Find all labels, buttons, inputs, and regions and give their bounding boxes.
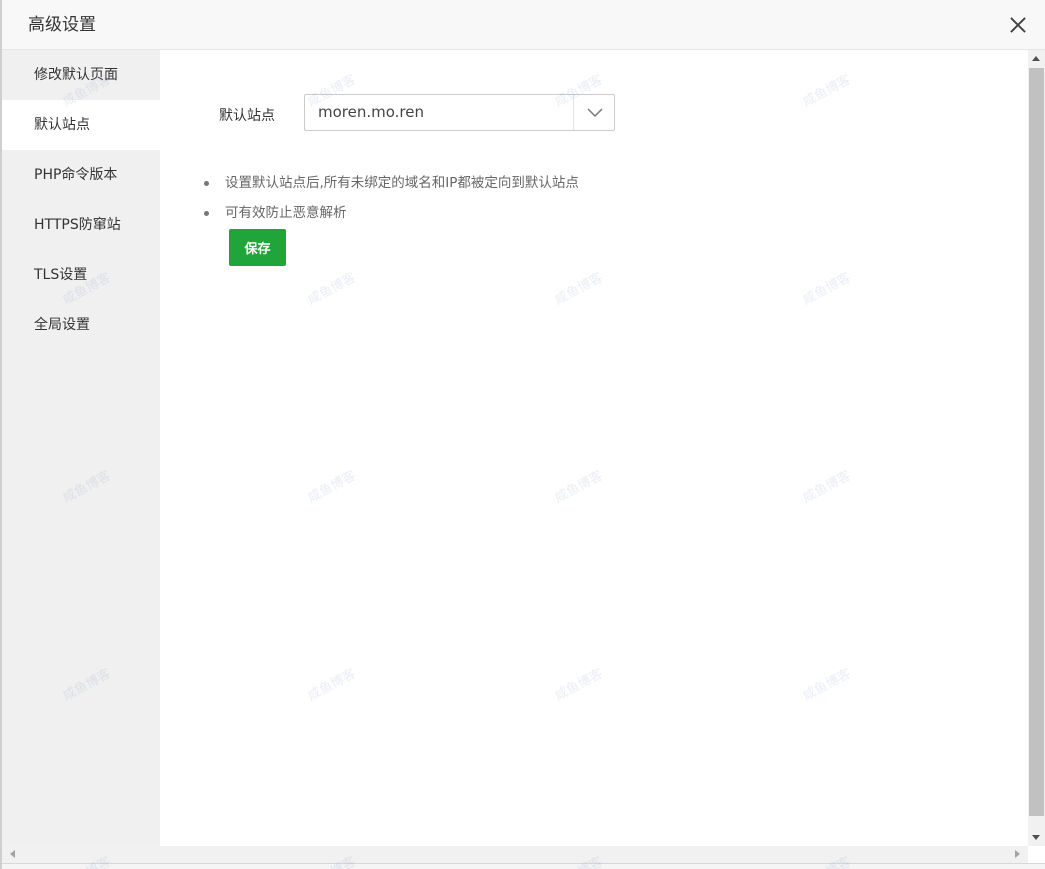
default-site-value: moren.mo.ren: [318, 103, 424, 121]
default-site-label: 默认站点: [219, 108, 275, 124]
note-item: 设置默认站点后,所有未绑定的域名和IP都被定向到默认站点: [202, 168, 579, 198]
scroll-left-arrow-icon[interactable]: [10, 850, 15, 858]
default-site-select[interactable]: moren.mo.ren: [304, 94, 615, 131]
sidebar-item-tls-settings[interactable]: TLS设置: [2, 250, 160, 300]
main-panel: 默认站点 moren.mo.ren 设置默认站点后,所有未绑定的域名和IP都被定…: [160, 50, 1028, 846]
dialog-titlebar: 高级设置: [2, 0, 1045, 50]
scroll-right-arrow-icon[interactable]: [1015, 850, 1020, 858]
scroll-down-arrow-icon[interactable]: [1032, 835, 1040, 840]
save-button[interactable]: 保存: [229, 229, 286, 266]
bottom-edge: [2, 863, 1045, 869]
scroll-up-arrow-icon[interactable]: [1032, 56, 1040, 61]
sidebar-item-https-anti-hijack[interactable]: HTTPS防窜站: [2, 200, 160, 250]
chevron-down-icon: [587, 108, 603, 118]
dialog-title: 高级设置: [28, 15, 96, 35]
sidebar-item-php-cli-version[interactable]: PHP命令版本: [2, 150, 160, 200]
vertical-scrollbar[interactable]: [1028, 50, 1045, 846]
sidebar-item-modify-default-page[interactable]: 修改默认页面: [2, 50, 160, 100]
settings-sidebar: 修改默认页面 默认站点 PHP命令版本 HTTPS防窜站 TLS设置 全局设置: [2, 50, 160, 846]
horizontal-scrollbar[interactable]: [2, 846, 1028, 863]
notes-list: 设置默认站点后,所有未绑定的域名和IP都被定向到默认站点 可有效防止恶意解析: [202, 168, 579, 228]
vertical-scroll-thumb[interactable]: [1029, 68, 1044, 816]
close-icon[interactable]: [1007, 14, 1029, 36]
select-divider: [573, 95, 574, 130]
note-item: 可有效防止恶意解析: [202, 198, 579, 228]
sidebar-item-global-settings[interactable]: 全局设置: [2, 300, 160, 350]
advanced-settings-dialog: 高级设置 修改默认页面 默认站点 PHP命令版本 HTTPS防窜站 TLS设置 …: [0, 0, 1045, 869]
sidebar-item-default-site[interactable]: 默认站点: [2, 100, 160, 150]
